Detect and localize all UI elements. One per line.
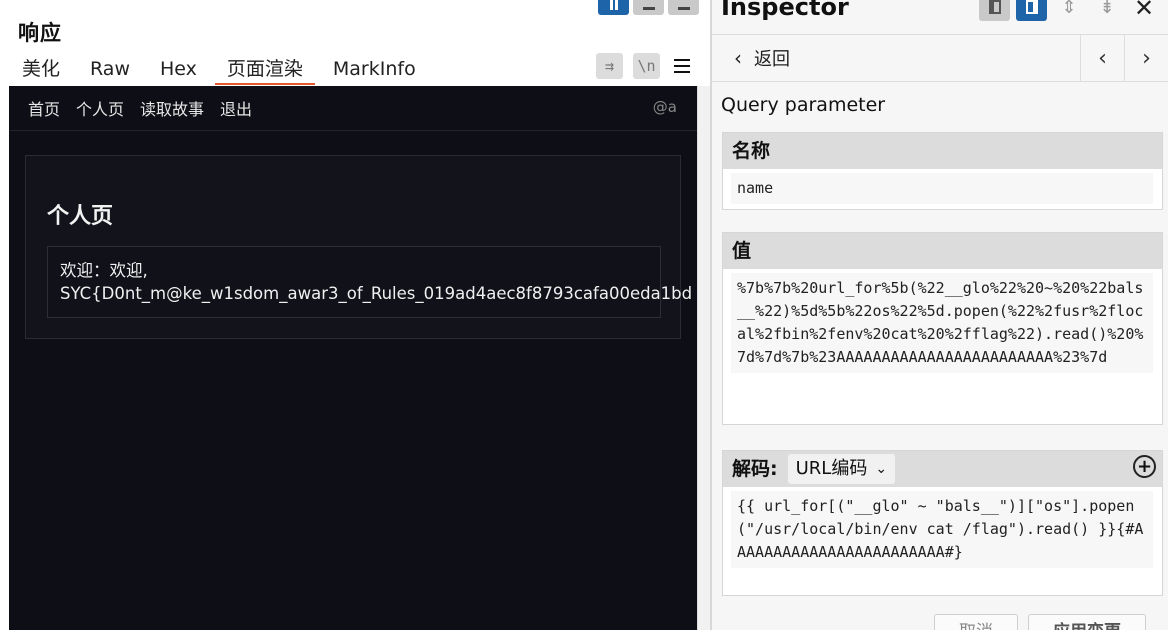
app-root: 响应 美化 Raw Hex 页面渲染 MarkInfo ⇉ \n 首页 个人页 … <box>0 0 1168 630</box>
param-value-input[interactable]: %7b%7b%20url_for%5b(%22__glo%22%20~%20%2… <box>731 273 1153 373</box>
split-icon <box>609 0 613 10</box>
layout-split-button[interactable] <box>598 0 629 15</box>
next-item-button[interactable]: › <box>1124 35 1168 81</box>
welcome-message-line1: 欢迎：欢迎, <box>60 261 148 280</box>
decode-field: 解码: URL编码 ⌄ + {{ url_for[("__glo" ~ "bal… <box>722 450 1163 596</box>
inspector-title: Inspector <box>721 0 849 21</box>
layout-horizontal-button[interactable] <box>633 0 664 15</box>
previous-item-button[interactable]: ‹ <box>1080 35 1124 81</box>
back-button[interactable]: ‹ 返回 <box>734 45 790 71</box>
apply-changes-button[interactable]: 应用变更 <box>1028 614 1146 630</box>
param-name-field: 名称 name <box>722 132 1163 210</box>
newline-icon: \n <box>637 57 656 75</box>
wrap-lines-button[interactable]: ⇉ <box>596 53 623 79</box>
decoded-text-area[interactable]: {{ url_for[("__glo" ~ "bals__")]["os"].p… <box>731 491 1153 568</box>
response-title: 响应 <box>18 21 62 45</box>
collapse-icon[interactable]: ⇟ <box>1091 0 1123 21</box>
inspector-layout-right-button[interactable] <box>1016 0 1047 21</box>
tab-raw[interactable]: Raw <box>78 53 142 85</box>
cancel-button[interactable]: 取消 <box>934 614 1018 630</box>
param-value-field: 值 %7b%7b%20url_for%5b(%22__glo%22%20~%20… <box>722 232 1163 425</box>
layout-vertical-button[interactable] <box>668 0 699 15</box>
nav-home-link[interactable]: 首页 <box>28 96 60 120</box>
param-name-label: 名称 <box>723 133 1162 169</box>
response-pane: 响应 美化 Raw Hex 页面渲染 MarkInfo ⇉ \n 首页 个人页 … <box>0 0 710 630</box>
inspector-toolbar: ⇕ ⇟ ✕ <box>979 0 1159 22</box>
wrap-icon: ⇉ <box>604 57 615 75</box>
back-label: 返回 <box>754 49 790 70</box>
nav-username: @a <box>652 98 677 116</box>
hamburger-icon[interactable] <box>670 53 694 79</box>
tab-render[interactable]: 页面渲染 <box>214 53 315 85</box>
tab-pretty[interactable]: 美化 <box>10 53 72 85</box>
show-newlines-button[interactable]: \n <box>633 53 660 79</box>
response-scrollbar[interactable] <box>697 86 710 630</box>
chevron-right-icon: › <box>1142 45 1151 71</box>
plus-circle-icon[interactable]: + <box>1133 455 1156 478</box>
param-name-input[interactable]: name <box>731 173 1153 204</box>
inspector-nav-row: ‹ 返回 ‹ › <box>712 34 1168 82</box>
panel-left-icon <box>988 0 1001 14</box>
inspector-layout-left-button[interactable] <box>979 0 1010 21</box>
tab-hex[interactable]: Hex <box>148 53 209 85</box>
chevron-left-icon: ‹ <box>1098 45 1107 71</box>
response-tabs: 美化 Raw Hex 页面渲染 MarkInfo <box>10 53 434 85</box>
profile-card: 个人页 欢迎：欢迎, SYC{D0nt_m@ke_w1sdom_awar3_of… <box>25 155 693 339</box>
minus-icon <box>677 7 690 10</box>
chevron-left-icon: ‹ <box>734 46 742 70</box>
decode-header: 解码: URL编码 ⌄ + <box>723 451 1162 487</box>
inspector-nav-arrows: ‹ › <box>1080 35 1168 81</box>
inspector-pane: Inspector ⇕ ⇟ ✕ ‹ 返回 ‹ › Query parameter… <box>712 0 1168 630</box>
tab-markinfo[interactable]: MarkInfo <box>321 53 428 85</box>
welcome-message-line2: SYC{D0nt_m@ke_w1sdom_awar3_of_Rules_019a… <box>60 284 693 303</box>
nav-profile-link[interactable]: 个人页 <box>76 96 124 120</box>
close-icon[interactable]: ✕ <box>1129 0 1159 22</box>
rendered-page: 首页 个人页 读取故事 退出 @a 个人页 欢迎：欢迎, SYC{D0nt_m@… <box>9 86 697 630</box>
decode-type-select[interactable]: URL编码 ⌄ <box>787 454 896 484</box>
expand-icon[interactable]: ⇕ <box>1053 0 1085 21</box>
nav-logout-link[interactable]: 退出 <box>220 96 252 120</box>
section-title: Query parameter <box>721 94 886 116</box>
response-tools: ⇉ \n <box>596 53 694 79</box>
decode-label: 解码: <box>732 458 778 480</box>
minus-icon <box>642 7 655 10</box>
decode-type-value: URL编码 <box>795 458 868 479</box>
profile-card-title: 个人页 <box>47 204 114 229</box>
welcome-message-box: 欢迎：欢迎, SYC{D0nt_m@ke_w1sdom_awar3_of_Rul… <box>47 246 693 318</box>
site-navbar: 首页 个人页 读取故事 退出 @a <box>9 86 697 131</box>
layout-toggle-group <box>598 0 699 15</box>
chevron-down-icon: ⌄ <box>875 461 888 477</box>
nav-read-story-link[interactable]: 读取故事 <box>140 96 204 120</box>
panel-right-icon <box>1025 0 1038 14</box>
inspector-actions: 取消 应用变更 <box>934 614 1146 630</box>
param-value-label: 值 <box>723 233 1162 269</box>
